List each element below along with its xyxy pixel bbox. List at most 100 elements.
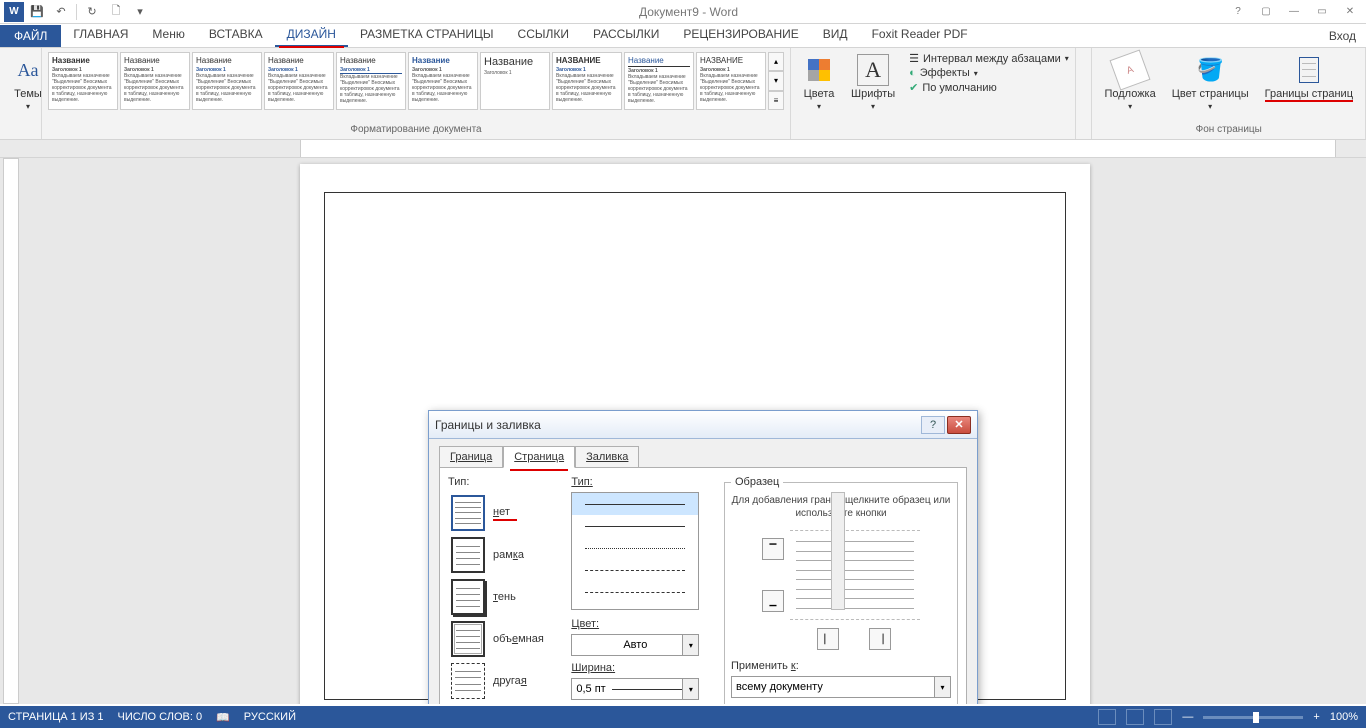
page-borders-button[interactable]: Границы страниц	[1259, 52, 1359, 102]
help-button[interactable]: ?	[1226, 3, 1250, 21]
qat-redo-icon[interactable]: ↻	[81, 1, 103, 23]
gallery-up-button[interactable]: ▴	[768, 52, 784, 71]
view-read-button[interactable]	[1098, 709, 1116, 725]
title-bar: W 💾 ↶ ↻ 🗋 ▾ Документ9 - Word ? ▢ — ▭ ✕	[0, 0, 1366, 24]
spacing-icon: ☰	[909, 52, 919, 65]
status-proofing-icon[interactable]: 📖	[216, 711, 230, 724]
fonts-icon: A	[857, 54, 889, 86]
style-label: Тип:	[571, 476, 716, 488]
dialog-tab-shading[interactable]: Заливка	[575, 446, 639, 468]
style-thumb[interactable]: НазваниеЗаголовок 1Вкладываем назначение…	[408, 52, 478, 110]
tab-foxit[interactable]: Foxit Reader PDF	[860, 23, 980, 47]
dialog-close-button[interactable]: ✕	[947, 416, 971, 434]
vertical-ruler[interactable]	[3, 158, 19, 704]
qat-save-icon[interactable]: 💾	[26, 1, 48, 23]
zoom-in-button[interactable]: +	[1313, 711, 1319, 723]
edge-right-button[interactable]: ▕	[869, 628, 891, 650]
qat-undo-icon[interactable]: ↶	[50, 1, 72, 23]
qat-customize-icon[interactable]: ▾	[129, 1, 151, 23]
check-icon: ✔	[909, 81, 918, 94]
tab-mailings[interactable]: РАССЫЛКИ	[581, 23, 671, 47]
effects-icon: ◐	[909, 67, 916, 79]
fonts-button[interactable]: A Шрифты▾	[845, 52, 901, 113]
dialog-titlebar[interactable]: Границы и заливка ? ✕	[429, 411, 977, 439]
style-thumb[interactable]: НазваниеЗаголовок 1Вкладываем назначение…	[120, 52, 190, 110]
setting-custom[interactable]: другая	[448, 660, 563, 702]
apply-to-label: Применить к:	[731, 660, 951, 672]
status-page[interactable]: СТРАНИЦА 1 ИЗ 1	[8, 711, 104, 723]
style-scrollbar[interactable]	[831, 492, 845, 610]
maximize-button[interactable]: ▭	[1310, 3, 1334, 21]
themes-label: Темы	[14, 88, 42, 100]
dialog-tab-border[interactable]: Граница	[439, 446, 503, 468]
file-tab[interactable]: ФАЙЛ	[0, 25, 61, 47]
minimize-button[interactable]: —	[1282, 3, 1306, 21]
dialog-help-button[interactable]: ?	[921, 416, 945, 434]
tab-view[interactable]: ВИД	[811, 23, 860, 47]
style-thumb[interactable]: НазваниеЗаголовок 1Вкладываем назначение…	[192, 52, 262, 110]
style-thumb[interactable]: НАЗВАНИЕЗаголовок 1Вкладываем назначение…	[696, 52, 766, 110]
view-print-button[interactable]	[1126, 709, 1144, 725]
chevron-down-icon: ▾	[682, 635, 698, 655]
apply-to-combo[interactable]: всему документу▾	[731, 676, 951, 698]
ribbon-tabs: ФАЙЛ ГЛАВНАЯ Меню ВСТАВКА ДИЗАЙН РАЗМЕТК…	[0, 24, 1366, 48]
watermark-button[interactable]: A Подложка▾	[1098, 52, 1161, 113]
tab-menu[interactable]: Меню	[140, 23, 196, 47]
setting-shadow[interactable]: тень	[448, 576, 563, 618]
color-label: Цвет:	[571, 618, 716, 630]
style-thumb[interactable]: НазваниеЗаголовок 1Вкладываем назначение…	[264, 52, 334, 110]
page-borders-icon	[1293, 54, 1325, 86]
zoom-out-button[interactable]: —	[1182, 711, 1193, 723]
dialog-title: Границы и заливка	[435, 418, 921, 432]
sign-in-link[interactable]: Вход	[1319, 25, 1366, 47]
view-web-button[interactable]	[1154, 709, 1172, 725]
app-icon: W	[4, 2, 24, 22]
tab-home[interactable]: ГЛАВНАЯ	[61, 23, 140, 47]
borders-shading-dialog: Границы и заливка ? ✕ Граница Страница З…	[428, 410, 978, 704]
border-color-combo[interactable]: Авто▾	[571, 634, 699, 656]
page-color-icon: 🪣	[1194, 54, 1226, 86]
status-words[interactable]: ЧИСЛО СЛОВ: 0	[118, 711, 203, 723]
status-bar: СТРАНИЦА 1 ИЗ 1 ЧИСЛО СЛОВ: 0 📖 РУССКИЙ …	[0, 706, 1366, 728]
chevron-down-icon: ▾	[26, 102, 30, 111]
style-thumb[interactable]: НазваниеЗаголовок 1	[480, 52, 550, 110]
edge-left-button[interactable]: ▏	[817, 628, 839, 650]
colors-button[interactable]: Цвета▾	[797, 52, 841, 113]
ribbon-display-button[interactable]: ▢	[1254, 3, 1278, 21]
edge-top-button[interactable]: ▔	[762, 538, 784, 560]
style-thumb[interactable]: НазваниеЗаголовок 1Вкладываем назначение…	[48, 52, 118, 110]
setting-3d[interactable]: объемная	[448, 618, 563, 660]
horizontal-ruler[interactable]	[0, 140, 1366, 158]
page-color-button[interactable]: 🪣 Цвет страницы▾	[1166, 52, 1255, 113]
tab-page-layout[interactable]: РАЗМЕТКА СТРАНИЦЫ	[348, 23, 506, 47]
effects-button[interactable]: ◐Эффекты ▾	[909, 67, 1069, 79]
style-gallery[interactable]: НазваниеЗаголовок 1Вкладываем назначение…	[48, 52, 784, 110]
preview-page[interactable]	[790, 530, 920, 620]
setting-box[interactable]: рамка	[448, 534, 563, 576]
style-thumb[interactable]: НазваниеЗаголовок 1Вкладываем назначение…	[336, 52, 406, 110]
gallery-more-button[interactable]: ≡	[768, 91, 784, 110]
tab-insert[interactable]: ВСТАВКА	[197, 23, 275, 47]
setting-none[interactable]: нет	[448, 492, 563, 534]
zoom-level[interactable]: 100%	[1330, 711, 1358, 723]
paragraph-spacing-button[interactable]: ☰Интервал между абзацами ▾	[909, 52, 1069, 65]
watermark-icon: A	[1110, 49, 1151, 90]
tab-review[interactable]: РЕЦЕНЗИРОВАНИЕ	[671, 23, 810, 47]
tab-references[interactable]: ССЫЛКИ	[506, 23, 581, 47]
tab-design[interactable]: ДИЗАЙН	[275, 23, 348, 47]
border-style-list[interactable]	[571, 492, 699, 610]
set-default-button[interactable]: ✔По умолчанию	[909, 81, 1069, 94]
edge-bottom-button[interactable]: ▁	[762, 590, 784, 612]
status-language[interactable]: РУССКИЙ	[244, 711, 296, 723]
close-window-button[interactable]: ✕	[1338, 3, 1362, 21]
themes-icon: Aa	[12, 54, 44, 86]
zoom-slider[interactable]	[1203, 716, 1303, 719]
style-thumb[interactable]: НазваниеЗаголовок 1Вкладываем назначение…	[624, 52, 694, 110]
style-thumb[interactable]: НАЗВАНИЕЗаголовок 1Вкладываем назначение…	[552, 52, 622, 110]
dialog-tab-page[interactable]: Страница	[503, 446, 575, 468]
window-title: Документ9 - Word	[151, 5, 1226, 19]
gallery-down-button[interactable]: ▾	[768, 71, 784, 90]
border-width-combo[interactable]: 0,5 пт▾	[571, 678, 699, 700]
qat-new-icon[interactable]: 🗋	[105, 1, 127, 23]
colors-icon	[803, 54, 835, 86]
